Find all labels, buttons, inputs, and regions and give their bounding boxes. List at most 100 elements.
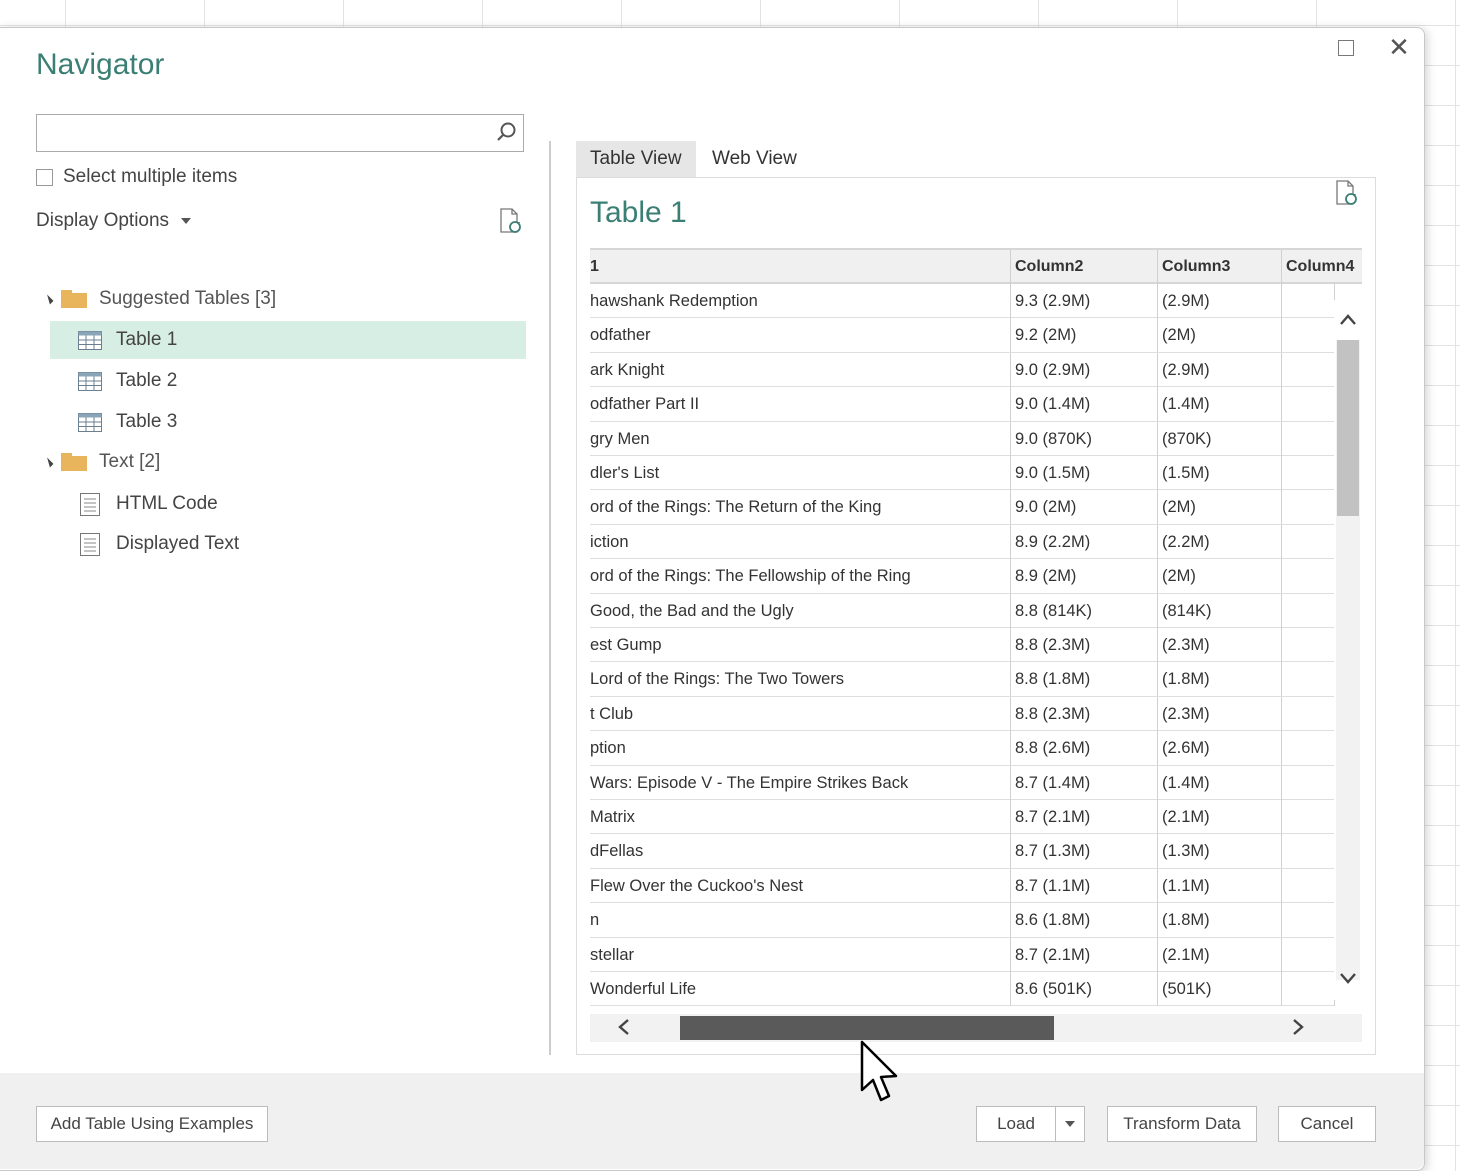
table-cell: t Club xyxy=(590,696,1011,731)
table-cell: 9.0 (870K) xyxy=(1011,421,1158,456)
table-cell: (2.1M) xyxy=(1158,800,1282,834)
chevron-up-icon[interactable] xyxy=(1338,310,1358,330)
table-cell xyxy=(1282,559,1335,594)
table-cell: 8.6 (1.8M) xyxy=(1011,903,1158,938)
cancel-button[interactable]: Cancel xyxy=(1278,1106,1376,1142)
select-multiple-row[interactable]: Select multiple items xyxy=(36,166,237,188)
table-cell: 9.0 (1.5M) xyxy=(1011,456,1158,490)
table-cell: 8.8 (2.6M) xyxy=(1011,731,1158,766)
table-cell: iction xyxy=(590,524,1011,559)
mouse-cursor-icon xyxy=(860,1040,898,1102)
close-icon[interactable]: ✕ xyxy=(1386,34,1412,60)
table-row: est Gump 8.8 (2.3M) (2.3M) xyxy=(590,628,1335,663)
table-row: ark Knight 9.0 (2.9M) (2.9M) xyxy=(590,352,1335,388)
tree-folder-text[interactable]: Text [2] xyxy=(43,443,161,481)
table-cell: (2.6M) xyxy=(1158,731,1282,766)
table-cell xyxy=(1282,937,1335,972)
horizontal-scroll-thumb[interactable] xyxy=(680,1016,1054,1040)
table-row: Good, the Bad and the Ugly 8.8 (814K) (814… xyxy=(590,593,1335,628)
table-cell xyxy=(1282,456,1335,490)
table-cell: 8.8 (814K) xyxy=(1011,593,1158,628)
table-cell: Flew Over the Cuckoo's Nest xyxy=(590,868,1011,903)
column-header[interactable]: Column2 xyxy=(1011,250,1158,284)
table-row: n 8.6 (1.8M) (1.8M) xyxy=(590,903,1335,938)
table-row: dler's List 9.0 (1.5M) (1.5M) xyxy=(590,456,1335,491)
table-cell: 9.3 (2.9M) xyxy=(1011,284,1158,318)
table-cell: 8.7 (1.3M) xyxy=(1011,834,1158,869)
refresh-document-icon[interactable] xyxy=(1334,180,1358,206)
refresh-document-icon[interactable] xyxy=(498,208,522,234)
table-cell xyxy=(1282,284,1335,318)
tree-folder-suggested-tables[interactable]: Suggested Tables [3] xyxy=(43,280,276,318)
table-cell: ord of the Rings: The Return of the King xyxy=(590,490,1011,525)
pane-splitter[interactable] xyxy=(549,141,551,1055)
column-header[interactable]: Column4 xyxy=(1282,250,1362,284)
search-box[interactable] xyxy=(36,114,524,152)
table-cell: (814K) xyxy=(1158,593,1282,628)
expand-triangle-icon[interactable] xyxy=(43,457,54,467)
text-document-icon xyxy=(80,532,100,556)
table-cell: 9.0 (2.9M) xyxy=(1011,352,1158,387)
column-header[interactable]: Column3 xyxy=(1158,250,1282,284)
table-cell xyxy=(1282,731,1335,766)
table-cell: (2M) xyxy=(1158,559,1282,594)
text-document-icon xyxy=(80,492,100,516)
column-header[interactable]: 1 xyxy=(590,250,1011,284)
vertical-scroll-thumb[interactable] xyxy=(1337,340,1359,516)
table-icon xyxy=(78,412,102,432)
tree-item-label: Table 2 xyxy=(116,370,178,391)
load-button[interactable]: Load xyxy=(976,1106,1056,1142)
tree-item-label: Table 3 xyxy=(116,411,178,432)
chevron-down-icon[interactable] xyxy=(1338,968,1358,988)
table-cell xyxy=(1282,972,1335,1006)
table-cell: dler's List xyxy=(590,456,1011,490)
select-multiple-checkbox[interactable] xyxy=(36,168,53,186)
tree-folder-label: Text [2] xyxy=(99,451,161,472)
table-cell xyxy=(1282,765,1335,800)
table-cell: 9.0 (2M) xyxy=(1011,490,1158,525)
table-cell: 8.7 (1.1M) xyxy=(1011,868,1158,903)
table-cell xyxy=(1282,318,1335,353)
table-icon xyxy=(78,371,102,391)
chevron-left-icon[interactable] xyxy=(614,1017,634,1037)
add-table-using-examples-button[interactable]: Add Table Using Examples xyxy=(36,1106,268,1142)
load-dropdown-button[interactable] xyxy=(1055,1106,1085,1142)
table-cell: 8.9 (2.2M) xyxy=(1011,524,1158,559)
tree-item-table-3[interactable]: Table 3 xyxy=(78,403,177,441)
table-cell xyxy=(1282,868,1335,903)
tab-table-view[interactable]: Table View xyxy=(576,141,696,177)
tree-item-table-1[interactable]: Table 1 xyxy=(50,321,526,359)
table-row: odfather Part II 9.0 (1.4M) (1.4M) xyxy=(590,387,1335,422)
transform-data-button[interactable]: Transform Data xyxy=(1107,1106,1257,1142)
tree-item-label: Table 1 xyxy=(116,329,178,350)
chevron-right-icon[interactable] xyxy=(1288,1017,1308,1037)
table-cell xyxy=(1282,352,1335,387)
table-row: iction 8.9 (2.2M) (2.2M) xyxy=(590,524,1335,560)
table-cell: dFellas xyxy=(590,834,1011,869)
tab-web-view[interactable]: Web View xyxy=(698,141,811,177)
table-cell: (2.9M) xyxy=(1158,352,1282,387)
table-cell: odfather xyxy=(590,318,1011,353)
display-options-label: Display Options xyxy=(36,210,170,231)
maximize-icon[interactable] xyxy=(1338,40,1354,56)
display-options-dropdown[interactable]: Display Options xyxy=(36,210,192,232)
table-cell xyxy=(1282,593,1335,628)
table-cell: est Gump xyxy=(590,628,1011,662)
search-icon[interactable] xyxy=(495,121,517,143)
table-cell: (1.3M) xyxy=(1158,834,1282,869)
table-row: Lord of the Rings: The Two Towers 8.8 (1.… xyxy=(590,662,1335,697)
tree-item-displayed-text[interactable]: Displayed Text xyxy=(80,525,239,563)
table-row: Flew Over the Cuckoo's Nest 8.7 (1.1M) (1.… xyxy=(590,868,1335,904)
search-input[interactable] xyxy=(37,115,503,150)
table-row: ord of the Rings: The Return of the King… xyxy=(590,490,1335,525)
table-cell xyxy=(1282,834,1335,869)
expand-triangle-icon[interactable] xyxy=(43,294,54,304)
table-cell: gry Men xyxy=(590,421,1011,456)
table-cell: n xyxy=(590,903,1011,938)
tree-item-html-code[interactable]: HTML Code xyxy=(80,485,218,523)
table-cell: (1.4M) xyxy=(1158,387,1282,422)
table-row: Matrix 8.7 (2.1M) (2.1M) xyxy=(590,800,1335,835)
tree-item-table-2[interactable]: Table 2 xyxy=(78,362,177,400)
table-cell: (1.8M) xyxy=(1158,662,1282,697)
table-row: odfather 9.2 (2M) (2M) xyxy=(590,318,1335,353)
